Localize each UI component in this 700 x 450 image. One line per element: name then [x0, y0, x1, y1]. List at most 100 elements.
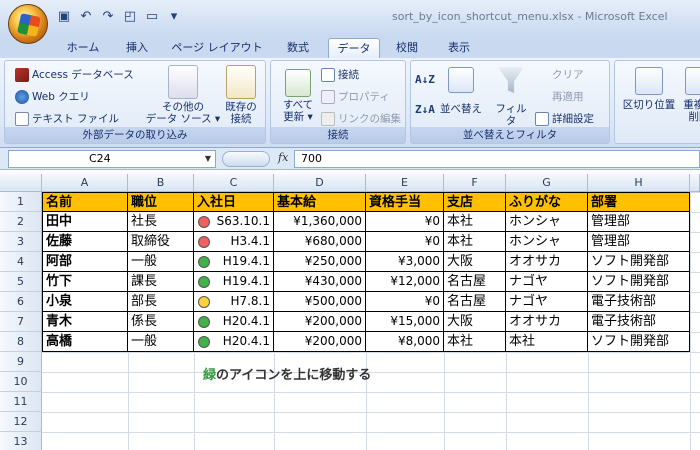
row-header-10[interactable]: 10 — [0, 372, 42, 392]
office-button[interactable] — [8, 4, 48, 44]
row-header-11[interactable]: 11 — [0, 392, 42, 412]
cell-salary[interactable]: ¥500,000 — [274, 292, 366, 312]
row-header-4[interactable]: 4 — [0, 252, 42, 272]
column-header-c[interactable]: C — [194, 174, 274, 192]
cell-title[interactable]: 社長 — [128, 212, 194, 232]
header-cell[interactable]: 職位 — [128, 192, 194, 212]
header-cell[interactable]: 部署 — [588, 192, 690, 212]
worksheet-grid[interactable]: ABCDEFGH 1 2 3 4 5 6 7 8 9 10 11 12 13 名前 職位 入社日 基本給 資格手… — [0, 174, 700, 450]
cell-kana[interactable]: 本社 — [506, 332, 588, 352]
name-box[interactable]: C24 ▼ — [8, 150, 216, 168]
cell-branch[interactable]: 大阪 — [444, 312, 506, 332]
row-header-2[interactable]: 2 — [0, 212, 42, 232]
tab-view[interactable]: 表示 — [436, 38, 482, 58]
remove-duplicates-button[interactable]: 重複の削除 — [679, 67, 700, 123]
cell-name[interactable]: 田中 — [42, 212, 128, 232]
redo-icon[interactable]: ↷ — [100, 9, 116, 25]
cell-allowance[interactable]: ¥12,000 — [366, 272, 444, 292]
column-header-b[interactable]: B — [128, 174, 194, 192]
cell-name[interactable]: 阿部 — [42, 252, 128, 272]
column-header-a[interactable]: A — [42, 174, 128, 192]
cell-date[interactable]: H7.8.1 — [194, 292, 274, 312]
cell-date[interactable]: S63.10.1 — [194, 212, 274, 232]
cell-allowance[interactable]: ¥0 — [366, 212, 444, 232]
cell-name[interactable]: 高橋 — [42, 332, 128, 352]
row-header-3[interactable]: 3 — [0, 232, 42, 252]
header-cell[interactable]: 入社日 — [194, 192, 274, 212]
existing-connections-button[interactable]: 既存の 接続 — [219, 65, 263, 125]
column-header-g[interactable]: G — [506, 174, 588, 192]
cell-name[interactable]: 小泉 — [42, 292, 128, 312]
cell-allowance[interactable]: ¥8,000 — [366, 332, 444, 352]
formula-bar-expander[interactable] — [222, 151, 270, 167]
cell-allowance[interactable]: ¥0 — [366, 232, 444, 252]
cell-title[interactable]: 一般 — [128, 252, 194, 272]
tab-home[interactable]: ホーム — [58, 38, 108, 58]
cell-salary[interactable]: ¥1,360,000 — [274, 212, 366, 232]
cell-allowance[interactable]: ¥3,000 — [366, 252, 444, 272]
cell-date[interactable]: H19.4.1 — [194, 272, 274, 292]
cell-kana[interactable]: ホンシャ — [506, 232, 588, 252]
text-to-columns-button[interactable]: 区切り位置 — [617, 67, 681, 111]
print-preview-icon[interactable]: ◰ — [122, 9, 138, 25]
customize-qat-icon[interactable]: ▾ — [166, 9, 182, 25]
cell-branch[interactable]: 本社 — [444, 332, 506, 352]
cell-date[interactable]: H20.4.1 — [194, 332, 274, 352]
cell-name[interactable]: 青木 — [42, 312, 128, 332]
cell-kana[interactable]: ナゴヤ — [506, 292, 588, 312]
column-header-d[interactable]: D — [274, 174, 366, 192]
cell-title[interactable]: 係長 — [128, 312, 194, 332]
undo-icon[interactable]: ↶ — [78, 9, 94, 25]
header-cell[interactable]: 支店 — [444, 192, 506, 212]
refresh-all-button[interactable]: すべて 更新 ▾ — [275, 69, 321, 123]
filter-button[interactable]: フィルタ — [491, 67, 531, 127]
cell-dept[interactable]: ソフト開発部 — [588, 332, 690, 352]
cell-salary[interactable]: ¥430,000 — [274, 272, 366, 292]
cell-kana[interactable]: ホンシャ — [506, 212, 588, 232]
cell-branch[interactable]: 本社 — [444, 212, 506, 232]
row-header-5[interactable]: 5 — [0, 272, 42, 292]
header-cell[interactable]: 資格手当 — [366, 192, 444, 212]
properties-button[interactable]: プロパティ — [321, 89, 390, 104]
tab-data[interactable]: データ — [328, 38, 380, 58]
row-header-8[interactable]: 8 — [0, 332, 42, 352]
other-sources-button[interactable]: その他の データ ソース ▾ — [143, 65, 223, 125]
cell-date[interactable]: H19.4.1 — [194, 252, 274, 272]
cell-name[interactable]: 竹下 — [42, 272, 128, 292]
cell-dept[interactable]: 管理部 — [588, 212, 690, 232]
formula-input[interactable]: 700 — [294, 150, 700, 168]
cell-dept[interactable]: ソフト開発部 — [588, 252, 690, 272]
cell-title[interactable]: 取締役 — [128, 232, 194, 252]
column-header-partial[interactable] — [690, 174, 700, 192]
column-header-h[interactable]: H — [588, 174, 690, 192]
cell-dept[interactable]: ソフト開発部 — [588, 272, 690, 292]
web-query-button[interactable]: Web クエリ — [15, 89, 90, 104]
cell-date[interactable]: H20.4.1 — [194, 312, 274, 332]
sort-asc-button[interactable]: A↓Z — [415, 73, 435, 86]
sort-button[interactable]: 並べ替え — [439, 67, 483, 115]
cell-branch[interactable]: 本社 — [444, 232, 506, 252]
tab-review[interactable]: 校閲 — [384, 38, 430, 58]
sort-desc-button[interactable]: Z↓A — [415, 103, 435, 116]
cell-branch[interactable]: 大阪 — [444, 252, 506, 272]
cell-allowance[interactable]: ¥15,000 — [366, 312, 444, 332]
tab-insert[interactable]: 挿入 — [112, 38, 162, 58]
cell-dept[interactable]: 管理部 — [588, 232, 690, 252]
cell-kana[interactable]: オオサカ — [506, 252, 588, 272]
row-header-6[interactable]: 6 — [0, 292, 42, 312]
clear-filter-button[interactable]: クリア — [535, 67, 584, 82]
name-box-dropdown-icon[interactable]: ▼ — [205, 151, 211, 167]
cell-branch[interactable]: 名古屋 — [444, 292, 506, 312]
edit-links-button[interactable]: リンクの編集 — [321, 111, 401, 126]
header-cell[interactable]: ふりがな — [506, 192, 588, 212]
save-icon[interactable]: ▣ — [56, 9, 72, 25]
cell-dept[interactable]: 電子技術部 — [588, 292, 690, 312]
insert-function-icon[interactable]: fx — [278, 151, 288, 164]
text-file-button[interactable]: テキスト ファイル — [15, 111, 119, 126]
row-header-13[interactable]: 13 — [0, 432, 42, 450]
cell-title[interactable]: 部長 — [128, 292, 194, 312]
header-cell[interactable]: 基本給 — [274, 192, 366, 212]
row-header-9[interactable]: 9 — [0, 352, 42, 372]
advanced-filter-button[interactable]: 詳細設定 — [535, 111, 594, 126]
access-button[interactable]: Access データベース — [15, 67, 134, 82]
